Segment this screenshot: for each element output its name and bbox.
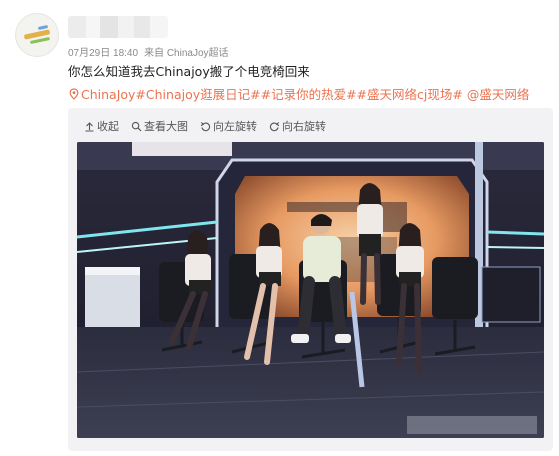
post-text: 你怎么知道我去Chinajoy搬了个电竞椅回来 bbox=[68, 64, 310, 79]
post-meta: 07月29日 18:40 来自 ChinaJoy超话 bbox=[68, 44, 229, 59]
photo-esports-booth-illustration bbox=[77, 142, 544, 438]
post-timestamp[interactable]: 07月29日 18:40 bbox=[68, 48, 138, 59]
location-icon bbox=[69, 87, 79, 100]
post-photo[interactable] bbox=[77, 142, 544, 438]
topic-links-text[interactable]: ChinaJoy#Chinajoy逛展日记##记录你的热爱##盛天网络cj现场#… bbox=[81, 84, 529, 103]
rotate-left-icon bbox=[200, 121, 211, 131]
weibo-post-card: 07月29日 18:40 来自 ChinaJoy超话 你怎么知道我去Chinajo… bbox=[0, 0, 559, 456]
rotate-left-label: 向左旋转 bbox=[213, 120, 257, 133]
collapse-label: 收起 bbox=[97, 120, 119, 133]
username-blurred[interactable] bbox=[68, 16, 168, 38]
user-avatar[interactable] bbox=[15, 13, 59, 57]
rotate-left-button[interactable]: 向左旋转 bbox=[200, 118, 257, 134]
media-viewer: 收起 查看大图 向左旋转 向右旋转 bbox=[68, 108, 553, 451]
post-source[interactable]: 来自 ChinaJoy超话 bbox=[144, 48, 228, 59]
media-toolbar: 收起 查看大图 向左旋转 向右旋转 bbox=[84, 118, 326, 134]
collapse-button[interactable]: 收起 bbox=[84, 118, 119, 134]
rotate-right-button[interactable]: 向右旋转 bbox=[269, 118, 326, 134]
view-large-button[interactable]: 查看大图 bbox=[131, 118, 188, 134]
rotate-right-label: 向右旋转 bbox=[282, 120, 326, 133]
collapse-icon bbox=[85, 121, 94, 132]
avatar-mark bbox=[29, 36, 51, 45]
rotate-right-icon bbox=[269, 121, 280, 131]
magnifier-icon bbox=[131, 121, 142, 131]
view-large-label: 查看大图 bbox=[144, 120, 188, 133]
post-topic-links[interactable]: ChinaJoy#Chinajoy逛展日记##记录你的热爱##盛天网络cj现场#… bbox=[68, 84, 529, 103]
